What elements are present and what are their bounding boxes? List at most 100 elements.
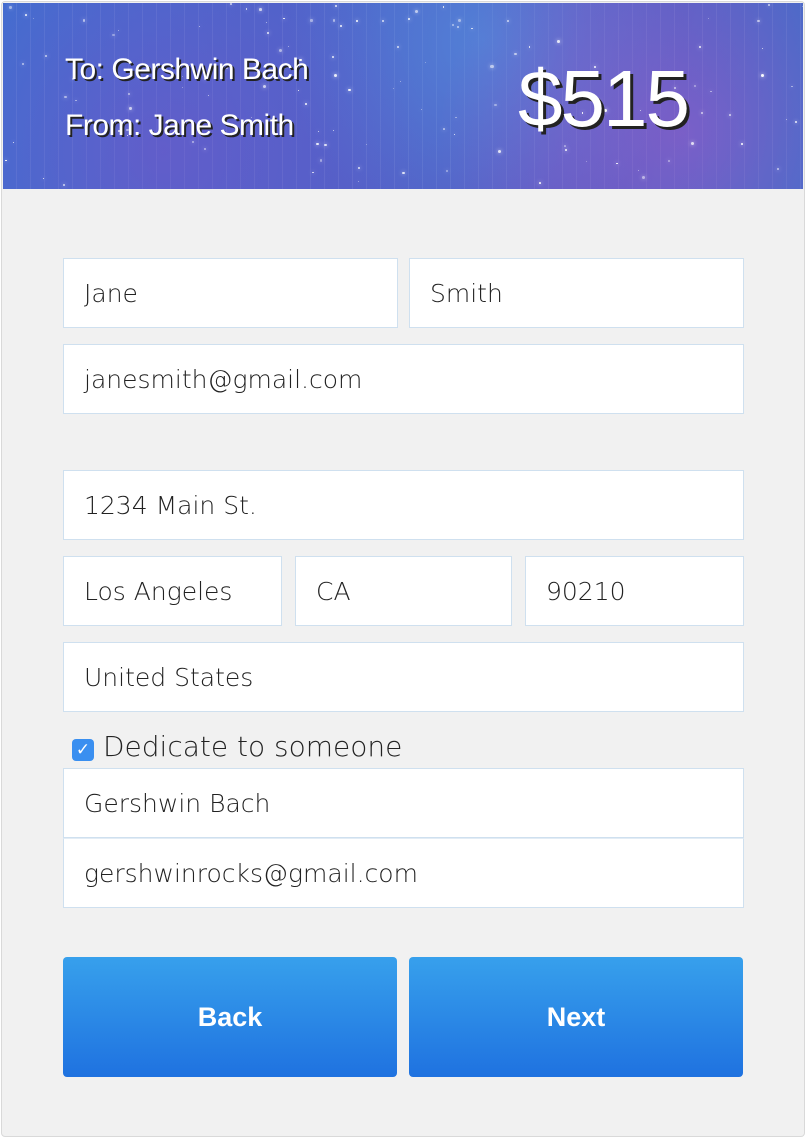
star-decoration [694, 85, 697, 87]
star-decoration [791, 85, 793, 88]
star-decoration [43, 177, 45, 179]
star-decoration [698, 45, 702, 49]
star-decoration [312, 171, 314, 174]
city-input[interactable]: Los Angeles [63, 556, 282, 626]
next-button[interactable]: Next [409, 957, 743, 1077]
header-banner: To: Gershwin Bach From: Jane Smith $515 [3, 3, 804, 189]
star-decoration [320, 159, 323, 162]
star-decoration [298, 89, 300, 91]
star-decoration [494, 103, 498, 107]
star-decoration [332, 19, 336, 22]
star-decoration [332, 129, 334, 131]
star-decoration [112, 33, 116, 37]
donation-amount: $515 [518, 54, 690, 143]
email-input[interactable]: janesmith@gmail.com [63, 344, 744, 414]
checkmark-icon: ✓ [75, 740, 91, 759]
star-decoration [585, 161, 587, 163]
star-decoration [267, 31, 270, 34]
star-decoration [729, 114, 731, 116]
star-decoration [199, 25, 201, 27]
star-decoration [128, 92, 131, 95]
star-decoration [700, 112, 703, 115]
star-decoration [334, 4, 337, 7]
star-decoration [456, 26, 459, 29]
star-decoration [761, 74, 765, 78]
last-name-input[interactable]: Smith [409, 258, 744, 328]
star-decoration [32, 18, 35, 20]
star-decoration [278, 49, 282, 53]
star-decoration [408, 17, 410, 20]
back-button[interactable]: Back [63, 957, 397, 1077]
star-decoration [316, 142, 319, 146]
star-decoration [776, 167, 779, 170]
address-input[interactable]: 1234 Main St. [63, 470, 744, 540]
star-decoration [414, 9, 418, 13]
star-decoration [454, 134, 455, 136]
star-decoration [63, 183, 66, 186]
star-decoration [208, 95, 210, 97]
star-decoration [392, 88, 394, 90]
star-decoration [265, 21, 267, 24]
honoree-email-input[interactable]: gershwinrocks@gmail.com [63, 838, 744, 908]
country-input[interactable]: United States [63, 642, 744, 712]
dedicate-checkbox[interactable]: ✓ [72, 739, 94, 761]
star-decoration [230, 3, 232, 5]
star-decoration [25, 14, 27, 16]
star-decoration [443, 127, 446, 130]
star-decoration [44, 54, 47, 58]
star-decoration [785, 118, 787, 120]
star-decoration [75, 99, 78, 102]
star-decoration [641, 176, 646, 180]
star-decoration [324, 144, 327, 147]
state-input[interactable]: CA [295, 556, 512, 626]
star-decoration [246, 8, 248, 10]
star-decoration [118, 30, 120, 32]
star-decoration [539, 181, 542, 184]
star-decoration [757, 19, 760, 22]
star-decoration [507, 20, 510, 22]
zip-input[interactable]: 90210 [525, 556, 744, 626]
star-decoration [317, 130, 320, 132]
star-decoration [358, 167, 361, 170]
star-decoration [13, 141, 15, 143]
star-decoration [710, 90, 712, 92]
star-decoration [761, 47, 764, 50]
star-decoration [340, 25, 343, 28]
star-decoration [304, 103, 307, 106]
dedicate-label[interactable]: Dedicate to someone [103, 730, 402, 763]
honoree-name-input[interactable]: Gershwin Bach [63, 768, 744, 838]
star-decoration [768, 4, 770, 6]
star-decoration [82, 19, 85, 22]
star-decoration [365, 143, 367, 145]
star-decoration [442, 6, 445, 9]
first-name-input[interactable]: Jane [63, 258, 398, 328]
star-decoration [565, 149, 568, 152]
star-decoration [451, 24, 454, 27]
star-decoration [740, 143, 743, 145]
star-decoration [557, 40, 561, 44]
star-decoration [22, 63, 25, 66]
star-decoration [420, 108, 422, 111]
star-decoration [616, 162, 618, 165]
star-decoration [348, 88, 351, 91]
star-decoration [358, 180, 360, 182]
star-decoration [334, 74, 338, 78]
donation-card: To: Gershwin Bach From: Jane Smith $515 … [1, 1, 805, 1137]
star-decoration [382, 20, 384, 22]
star-decoration [563, 145, 566, 148]
star-decoration [455, 116, 457, 118]
star-decoration [498, 149, 502, 154]
star-decoration [9, 6, 12, 9]
star-decoration [471, 27, 473, 29]
star-decoration [402, 171, 405, 175]
star-decoration [457, 18, 461, 22]
star-decoration [64, 95, 67, 99]
from-text: From: Jane Smith [65, 109, 294, 142]
star-decoration [529, 46, 531, 48]
star-decoration [310, 19, 313, 22]
star-decoration [637, 169, 639, 171]
star-decoration [355, 19, 359, 22]
star-decoration [204, 148, 206, 151]
star-decoration [425, 61, 427, 63]
star-decoration [400, 81, 402, 83]
